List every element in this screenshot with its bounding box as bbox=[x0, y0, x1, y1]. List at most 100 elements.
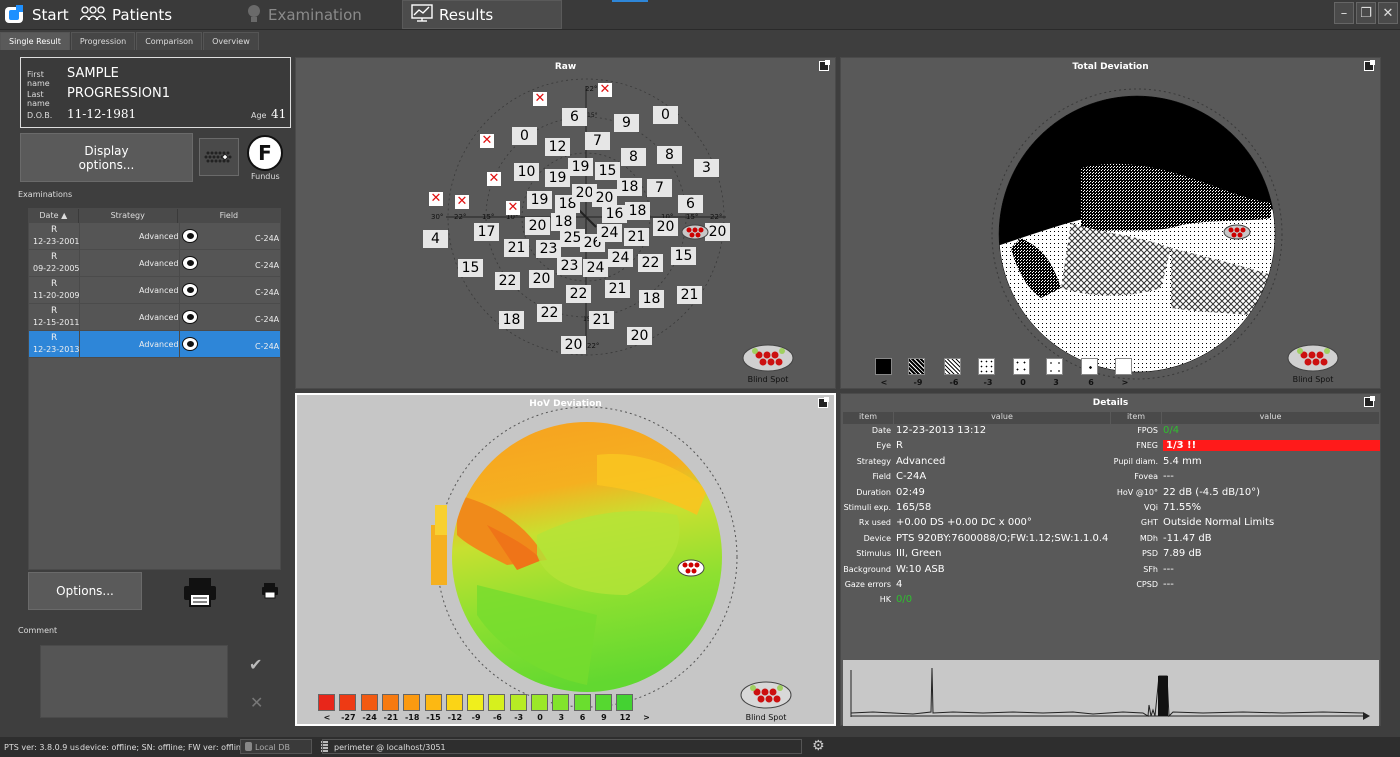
table-row[interactable]: R 09-22-2005 Advanced C-24A bbox=[29, 250, 280, 277]
raw-value-cell: 18 bbox=[499, 311, 524, 329]
status-pts-version: PTS ver: 3.8.0.9 us bbox=[4, 743, 80, 752]
start-icon bbox=[4, 4, 26, 25]
detail-label: Pupil diam. bbox=[1113, 456, 1158, 466]
eye-icon bbox=[182, 283, 198, 297]
raw-value-cell: 21 bbox=[605, 280, 630, 298]
legend-label: -6 bbox=[949, 378, 959, 387]
raw-value-cell: 21 bbox=[677, 286, 702, 304]
legend-label: -9 bbox=[913, 378, 923, 387]
tab-comparison[interactable]: Comparison bbox=[136, 32, 203, 50]
nav-examination[interactable]: Examination bbox=[238, 0, 398, 29]
nav-start[interactable]: Start bbox=[0, 0, 69, 29]
raw-value-cell: 19 bbox=[568, 158, 593, 176]
minimize-button[interactable]: – bbox=[1334, 2, 1354, 24]
raw-value-cell: 21 bbox=[504, 239, 529, 257]
dob-label: D.O.B. bbox=[27, 111, 53, 120]
result-tabs: Single Result Progression Comparison Ove… bbox=[0, 32, 260, 50]
raw-value-cell: 22 bbox=[566, 285, 591, 303]
header-date[interactable]: Date ▲ bbox=[29, 209, 79, 223]
raw-value-cell: 16 bbox=[602, 205, 627, 223]
missed-point-icon: ✕ bbox=[533, 91, 547, 106]
fundus-icon-letter: F bbox=[258, 141, 272, 165]
print-icon[interactable] bbox=[182, 576, 218, 612]
dob-value: 11-12-1981 bbox=[67, 107, 137, 121]
blind-spot-icon[interactable] bbox=[742, 343, 794, 373]
legend-label: > bbox=[1121, 378, 1129, 387]
tab-single-result[interactable]: Single Result bbox=[0, 32, 70, 50]
grid-view-button[interactable] bbox=[199, 138, 239, 176]
raw-value-cell: 0 bbox=[653, 106, 678, 124]
details-header-item: item bbox=[843, 412, 893, 424]
raw-value-cell: 18 bbox=[625, 202, 650, 220]
restore-button[interactable]: ❐ bbox=[1356, 2, 1376, 24]
examinations-table: Date ▲ Strategy Field R 12-23-2001 Advan… bbox=[28, 208, 281, 570]
legend-label: 3 bbox=[558, 713, 565, 722]
blind-spot-icon[interactable] bbox=[1287, 343, 1339, 373]
raw-value-cell: 20 bbox=[529, 270, 554, 288]
table-row[interactable]: R 12-23-2001 Advanced C-24A bbox=[29, 223, 280, 250]
tab-progression[interactable]: Progression bbox=[70, 32, 136, 50]
raw-value-cell: 20 bbox=[525, 217, 550, 235]
check-icon[interactable]: ✔ bbox=[249, 655, 262, 674]
legend-label: 6 bbox=[1088, 378, 1094, 387]
blind-spot-icon[interactable] bbox=[740, 680, 792, 710]
detail-label: GHT bbox=[1140, 518, 1158, 528]
raw-value-cell: 24 bbox=[583, 259, 608, 277]
legend-label: -9 bbox=[471, 713, 481, 722]
raw-value-cell: 9 bbox=[614, 114, 639, 132]
row-date: 09-22-2005 bbox=[33, 264, 80, 273]
detail-value: III, Green bbox=[896, 548, 942, 560]
detail-value: 71.55% bbox=[1163, 502, 1202, 513]
detail-label: Device bbox=[863, 533, 891, 543]
nav-patients[interactable]: Patients bbox=[72, 0, 232, 29]
cancel-icon[interactable]: ✕ bbox=[250, 693, 263, 712]
header-field[interactable]: Field bbox=[178, 209, 280, 223]
detail-value: --- bbox=[1163, 563, 1174, 575]
fundus-button[interactable]: F bbox=[247, 135, 283, 171]
nav-results-label: Results bbox=[439, 5, 494, 24]
comment-input[interactable] bbox=[40, 645, 228, 718]
detail-value: R bbox=[896, 440, 903, 452]
legend-label: > bbox=[643, 713, 650, 722]
hov-deviation-panel: HoV Deviation Blind Spot bbox=[295, 393, 836, 726]
comment-label: Comment bbox=[18, 626, 58, 635]
detail-value: W:10 ASB bbox=[896, 563, 945, 575]
patients-icon bbox=[79, 5, 107, 24]
print-settings-icon[interactable] bbox=[261, 582, 279, 604]
table-row[interactable]: R 12-15-2011 Advanced C-24A bbox=[29, 304, 280, 331]
table-row[interactable]: R 11-20-2009 Advanced C-24A bbox=[29, 277, 280, 304]
raw-value-cell: 6 bbox=[562, 108, 587, 126]
detail-value: -11.47 dB bbox=[1163, 532, 1212, 544]
popout-icon[interactable] bbox=[1364, 396, 1375, 407]
raw-value-cell: 24 bbox=[608, 249, 633, 267]
settings-gears-icon[interactable]: ⚙ bbox=[812, 738, 825, 754]
last-name-row: Last name PROGRESSION1 bbox=[27, 86, 170, 108]
detail-label: Date bbox=[871, 426, 891, 435]
blind-spot-label: Blind Spot bbox=[1292, 375, 1334, 384]
header-strategy[interactable]: Strategy bbox=[79, 209, 178, 223]
raw-value-cell: 7 bbox=[647, 179, 672, 197]
row-field: C-24A bbox=[255, 342, 280, 351]
display-options-button[interactable]: Display options... bbox=[20, 133, 193, 182]
nav-examination-label: Examination bbox=[268, 5, 362, 24]
tab-overview[interactable]: Overview bbox=[203, 32, 259, 50]
local-db-box[interactable]: Local DB bbox=[240, 739, 312, 754]
row-strategy: Advanced bbox=[139, 313, 179, 322]
dob-row: D.O.B. 11-12-1981 bbox=[27, 107, 136, 121]
close-button[interactable]: ✕ bbox=[1378, 2, 1398, 24]
detail-label: Stimulus bbox=[856, 549, 891, 559]
raw-value-cell: 0 bbox=[512, 127, 537, 145]
legend-label: 0 bbox=[1020, 378, 1026, 387]
raw-value-cell: 4 bbox=[423, 230, 448, 248]
detail-value: 02:49 bbox=[896, 486, 925, 498]
details-header-value: value bbox=[894, 412, 1110, 424]
table-row-selected[interactable]: R 12-23-2013 Advanced C-24A bbox=[29, 331, 280, 358]
missed-point-icon: ✕ bbox=[429, 191, 443, 206]
options-button[interactable]: Options... bbox=[28, 572, 142, 610]
nav-results[interactable]: Results bbox=[402, 0, 562, 29]
reliability-trace bbox=[850, 667, 1370, 720]
axis-label-top: 22° bbox=[585, 85, 598, 93]
detail-value: 165/58 bbox=[896, 502, 932, 513]
legend-swatch bbox=[424, 694, 442, 711]
legend-swatch bbox=[1046, 358, 1063, 375]
